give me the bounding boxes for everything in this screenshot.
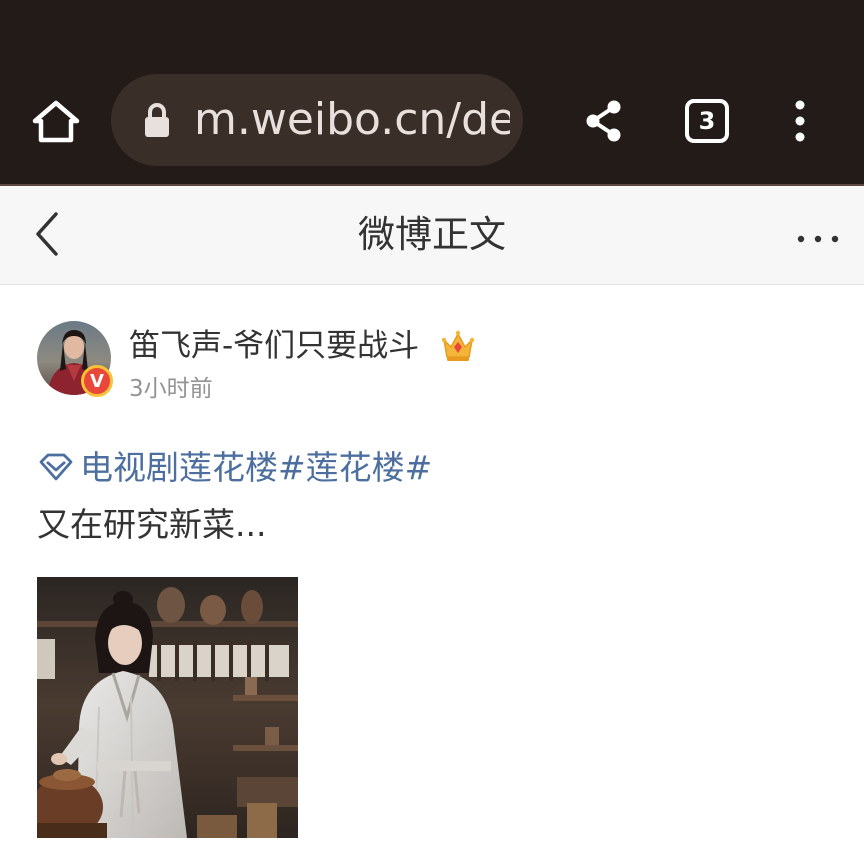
home-button[interactable] <box>30 98 82 146</box>
tabs-button[interactable]: 3 <box>685 99 729 143</box>
browser-toolbar: m.weibo.cn/de 3 <box>0 0 864 184</box>
lock-icon <box>145 103 169 137</box>
back-button[interactable] <box>30 208 66 260</box>
post-photo <box>31 577 298 839</box>
username[interactable]: 笛飞声-爷们只要战斗 <box>129 326 419 366</box>
kebab-menu-icon <box>795 100 805 142</box>
page-title: 微博正文 <box>358 213 506 256</box>
url-text: m.weibo.cn/de <box>194 94 510 145</box>
tab-count: 3 <box>698 107 716 135</box>
post-timestamp: 3小时前 <box>129 376 213 402</box>
verified-badge: V <box>81 365 113 397</box>
topic-link[interactable]: 电视剧莲花楼#莲花楼# <box>80 445 432 491</box>
more-button[interactable] <box>796 230 840 243</box>
diamond-icon <box>39 453 73 481</box>
app-header: 微博正文 <box>0 186 864 285</box>
post-image[interactable] <box>31 577 298 839</box>
address-bar[interactable]: m.weibo.cn/de <box>111 74 523 166</box>
home-icon <box>32 100 80 143</box>
post-text: 又在研究新菜... <box>37 505 267 544</box>
share-button[interactable] <box>582 98 626 144</box>
ellipsis-icon <box>797 235 839 243</box>
share-icon <box>586 100 621 142</box>
crown-icon <box>441 330 475 361</box>
chevron-left-icon <box>36 212 58 256</box>
browser-menu-button[interactable] <box>788 100 812 142</box>
